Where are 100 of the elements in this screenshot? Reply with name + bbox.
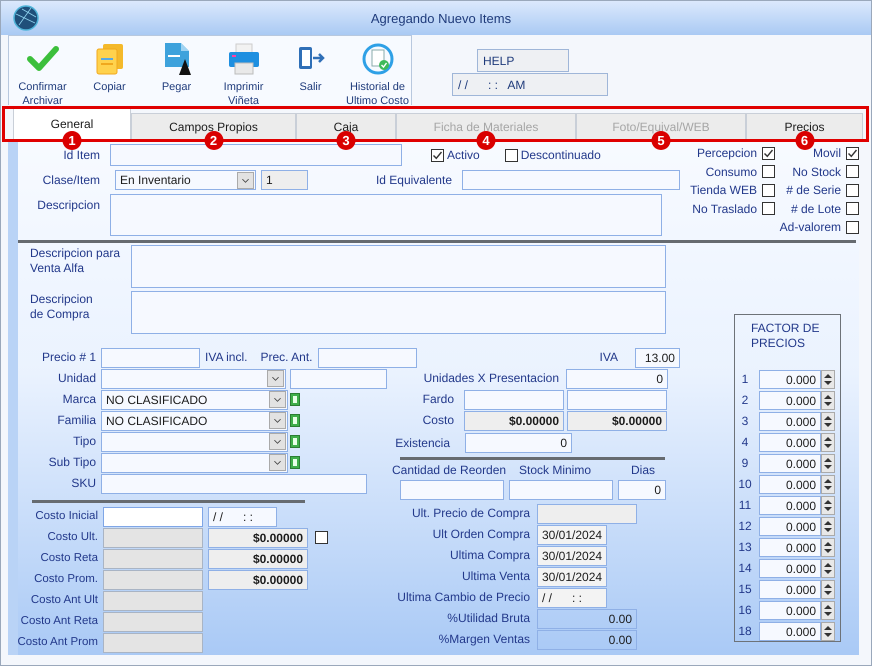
row-number: 9 [740, 456, 750, 471]
spin-button[interactable] [821, 601, 835, 620]
checkbox[interactable] [431, 148, 444, 162]
dropdown-field[interactable]: NO CLASIFICADO [101, 410, 288, 430]
input-field[interactable]: 0.000 [759, 517, 821, 536]
chevron-icon [267, 370, 284, 387]
input-field[interactable]: 0.000 [759, 580, 821, 599]
checkbox[interactable] [846, 220, 859, 234]
add-icon[interactable] [290, 435, 300, 448]
spin-button[interactable] [821, 538, 835, 557]
row-number: 14 [737, 561, 753, 576]
column-label: Cantidad de Reorden [392, 463, 508, 478]
input-field[interactable]: 0.000 [759, 475, 821, 494]
spin-button[interactable] [821, 622, 835, 641]
date-field[interactable]: 30/01/2024 [537, 546, 607, 566]
row-number: 16 [737, 603, 753, 618]
input-field[interactable]: 0 [566, 368, 668, 388]
datetime-field[interactable]: / / : : [208, 506, 277, 526]
toolbar-button[interactable]: Pegar [143, 36, 210, 105]
input-field[interactable]: 0.00 [537, 630, 637, 650]
field-label: Costo Ant Ult [30, 593, 98, 608]
input-field[interactable]: 0.000 [759, 412, 821, 431]
input-field[interactable]: 0.00 [537, 608, 637, 628]
field-label: Tipo [72, 434, 96, 449]
input-field[interactable] [318, 348, 416, 368]
input-field[interactable] [400, 480, 504, 500]
input-field[interactable]: 0.000 [759, 622, 821, 641]
input-field[interactable]: 0.000 [759, 454, 821, 473]
spin-button[interactable] [821, 433, 835, 452]
input-field[interactable]: 0.000 [759, 370, 821, 389]
date-field[interactable]: 30/01/2024 [537, 524, 607, 544]
input-field[interactable]: 0.000 [759, 391, 821, 410]
input-field[interactable]: $0.00000 [567, 410, 667, 430]
row-number: 4 [740, 435, 750, 450]
input-field[interactable]: 1 [261, 170, 308, 190]
input-field[interactable] [101, 474, 367, 494]
input-field[interactable] [101, 348, 200, 368]
input-field[interactable]: 0.000 [759, 496, 821, 515]
spin-button[interactable] [821, 517, 835, 536]
checkbox[interactable] [846, 184, 859, 197]
checkbox[interactable] [762, 184, 775, 197]
input-field[interactable] [464, 390, 564, 410]
input-field[interactable] [567, 390, 667, 410]
add-icon[interactable] [290, 456, 300, 469]
input-field[interactable]: 0 [618, 480, 666, 500]
date-field[interactable]: 30/01/2024 [537, 566, 607, 586]
date-field[interactable]: / / : : [537, 588, 607, 608]
field-label: Descripcion de Compra [30, 292, 94, 322]
input-field[interactable]: 0.000 [759, 538, 821, 557]
field-label: IVA incl. [205, 350, 248, 365]
spin-button[interactable] [821, 454, 835, 473]
up-down-icon [824, 394, 832, 407]
up-down-icon [824, 520, 832, 533]
input-field[interactable]: 0.000 [759, 601, 821, 620]
field-label: %Margen Ventas [438, 632, 530, 647]
field-label: Ult. Precio de Compra [410, 506, 530, 521]
checkbox[interactable] [762, 165, 775, 178]
spin-button[interactable] [821, 496, 835, 515]
checkbox[interactable] [846, 146, 859, 160]
checkbox[interactable] [846, 165, 859, 178]
toolbar-button[interactable]: Confirmar Archivar [9, 36, 76, 105]
add-icon[interactable] [290, 414, 300, 427]
field-label: Marca [62, 392, 96, 407]
datetime-field[interactable]: / / : : AM [452, 73, 608, 96]
dropdown-field[interactable] [101, 432, 288, 452]
toolbar-button[interactable]: Copiar [76, 36, 143, 105]
input-field[interactable] [110, 144, 402, 166]
spin-button[interactable] [821, 580, 835, 599]
checkbox-label: Descontinuado [520, 148, 601, 162]
input-field[interactable]: 0 [465, 433, 572, 453]
row-number: 3 [740, 414, 750, 429]
help-field[interactable]: HELP [477, 49, 569, 72]
field-label: IVA [600, 350, 618, 365]
toolbar-button[interactable]: Salir [277, 36, 344, 105]
dropdown-field[interactable]: En Inventario [115, 170, 256, 190]
input-field[interactable] [509, 480, 613, 500]
input-field[interactable] [290, 368, 387, 388]
toolbar-button[interactable]: Imprimir Viñeta [210, 36, 277, 105]
toolbar-button[interactable]: Historial de Ultimo Costo [344, 36, 411, 105]
checkbox[interactable] [762, 146, 775, 160]
checkbox[interactable] [504, 148, 518, 162]
dropdown-field[interactable]: NO CLASIFICADO [101, 390, 288, 410]
input-field[interactable]: 0.000 [759, 433, 821, 452]
input-field[interactable] [537, 504, 637, 524]
add-icon[interactable] [290, 393, 300, 406]
checkbox[interactable] [846, 202, 859, 216]
spin-button[interactable] [821, 475, 835, 494]
input-field[interactable] [103, 506, 203, 526]
spin-button[interactable] [821, 391, 835, 410]
input-field[interactable]: $0.00000 [464, 410, 564, 430]
row-number: 13 [737, 540, 753, 555]
dropdown-field[interactable] [101, 452, 288, 472]
dropdown-field[interactable] [101, 368, 286, 388]
input-field[interactable]: 13.00 [634, 348, 680, 368]
spin-button[interactable] [821, 370, 835, 389]
input-field[interactable]: 0.000 [759, 559, 821, 578]
spin-button[interactable] [821, 412, 835, 431]
input-field[interactable] [462, 170, 680, 190]
spin-button[interactable] [821, 559, 835, 578]
checkbox[interactable] [762, 202, 775, 216]
